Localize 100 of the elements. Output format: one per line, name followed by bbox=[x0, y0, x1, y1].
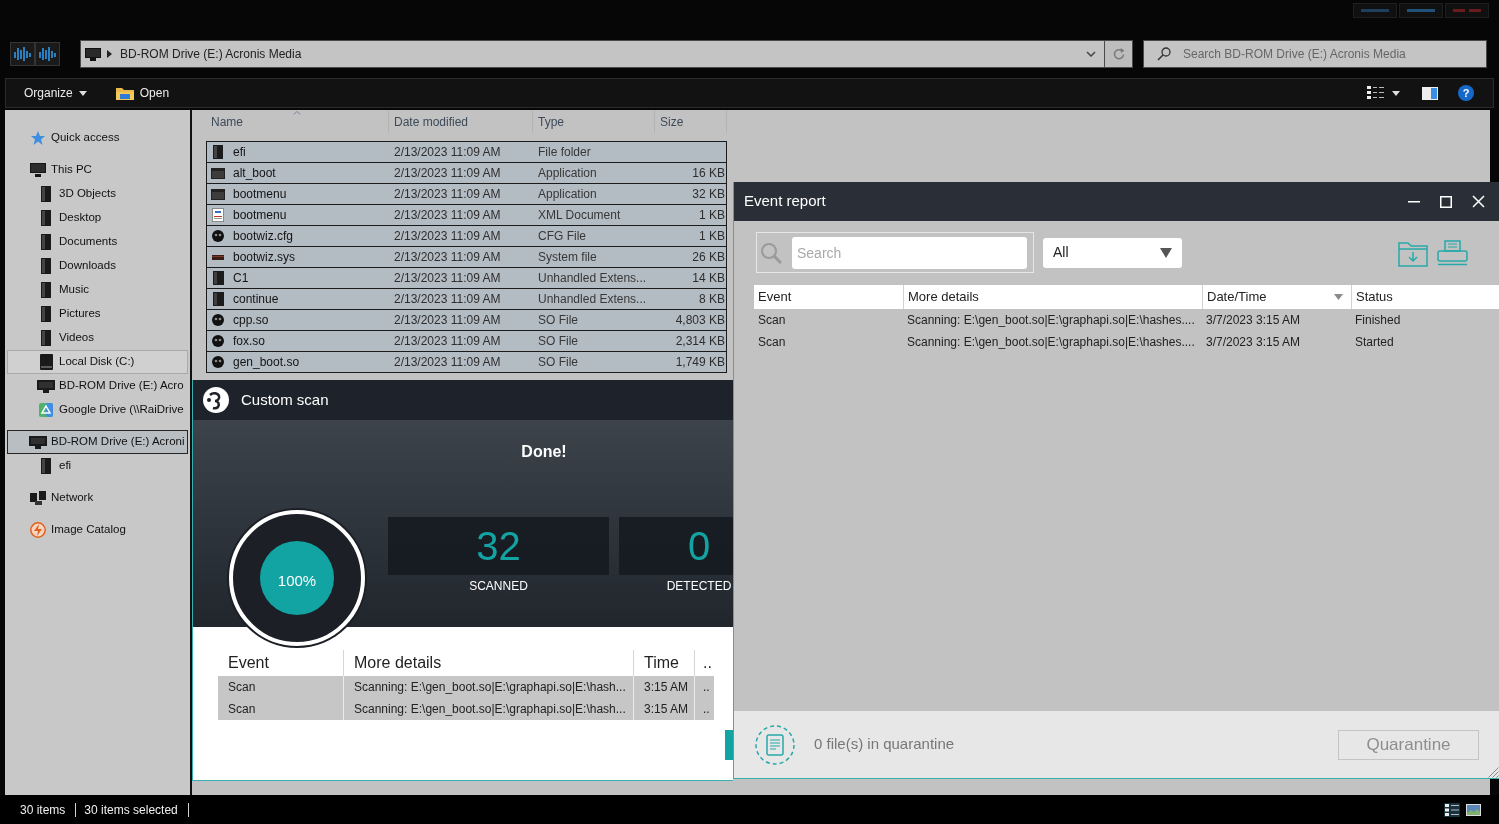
search-box[interactable]: Search BD-ROM Drive (E:) Acronis Media bbox=[1143, 40, 1487, 68]
sidebar-item[interactable]: Documents bbox=[7, 230, 188, 254]
resize-grip-icon[interactable] bbox=[1488, 767, 1499, 778]
window-title: Custom scan bbox=[241, 389, 329, 410]
file-size: 8 KB bbox=[699, 292, 725, 306]
stat-label: SCANNED bbox=[469, 579, 528, 593]
progress-reading: 100% bbox=[277, 571, 317, 591]
monitor-icon bbox=[85, 47, 101, 61]
back-button[interactable] bbox=[10, 42, 35, 66]
triangle-tile-icon bbox=[39, 403, 53, 417]
sidebar-item[interactable]: efi bbox=[7, 454, 188, 478]
file-size: 26 KB bbox=[692, 250, 725, 264]
folder-icon bbox=[40, 210, 52, 226]
file-size: 16 KB bbox=[692, 166, 725, 180]
event-row[interactable]: Scan Scanning: E:\gen_boot.so|E:\graphapi.so|E:\hash... 3:15 AM .. bbox=[218, 698, 714, 720]
caret-icon[interactable] bbox=[1392, 90, 1400, 96]
file-row[interactable]: bootwiz.cfg 2/13/2023 11:09 AM CFG File 1 KB bbox=[206, 225, 727, 247]
monitor-icon bbox=[37, 379, 55, 393]
status-text: 30 items bbox=[20, 802, 77, 817]
column-header[interactable]: Size bbox=[655, 110, 727, 133]
help-button[interactable]: ? bbox=[1458, 85, 1474, 101]
sidebar-item[interactable]: Local Disk (C:) bbox=[7, 350, 188, 374]
file-row[interactable]: bootmenu 2/13/2023 11:09 AM Application 32 KB bbox=[206, 183, 727, 205]
file-size: 1,749 KB bbox=[675, 355, 725, 369]
file-row[interactable]: cpp.so 2/13/2023 11:09 AM SO File 4,803 KB bbox=[206, 309, 727, 331]
circle-icon bbox=[212, 230, 224, 242]
file-name: gen_boot.so bbox=[233, 354, 300, 371]
file-type: XML Document bbox=[538, 208, 621, 222]
sidebar-item[interactable]: Downloads bbox=[7, 254, 188, 278]
file-row[interactable]: bootwiz.sys 2/13/2023 11:09 AM System file 26 KB bbox=[206, 246, 727, 268]
sidebar-item[interactable]: Image Catalog bbox=[7, 518, 188, 542]
filter-dropdown[interactable]: All bbox=[1043, 237, 1182, 268]
sidebar-item[interactable]: Desktop bbox=[7, 206, 188, 230]
open-button[interactable]: Open bbox=[110, 81, 175, 105]
sidebar-item[interactable]: Pictures bbox=[7, 302, 188, 326]
column-header[interactable]: Name bbox=[206, 110, 389, 133]
folder-icon bbox=[40, 186, 52, 202]
image-icon[interactable] bbox=[1466, 803, 1481, 816]
monitor-icon bbox=[29, 435, 47, 449]
file-row[interactable]: efi 2/13/2023 11:09 AM File folder bbox=[206, 141, 727, 163]
file-type: Application bbox=[538, 166, 597, 180]
sidebar-item[interactable]: Videos bbox=[7, 326, 188, 350]
sidebar-item[interactable]: This PC bbox=[7, 158, 188, 182]
column-header[interactable]: Status bbox=[1351, 285, 1499, 309]
column-header[interactable]: Date modified bbox=[389, 110, 533, 133]
date-modified: 2/13/2023 11:09 AM bbox=[394, 145, 501, 159]
search-field[interactable]: Search bbox=[792, 236, 1027, 269]
file-name: bootmenu bbox=[233, 207, 287, 224]
stat-value: 32 bbox=[476, 523, 521, 569]
drive-icon bbox=[39, 354, 53, 370]
organize-button[interactable]: Organize bbox=[19, 81, 92, 105]
column-header[interactable]: Event bbox=[754, 285, 903, 309]
network-icon bbox=[30, 491, 46, 505]
address-field[interactable]: BD-ROM Drive (E:) Acronis Media bbox=[120, 45, 1080, 63]
file-row[interactable]: alt_boot 2/13/2023 11:09 AM Application 16 KB bbox=[206, 162, 727, 184]
time-cell-text: 3:15 AM bbox=[644, 701, 689, 718]
address-bar[interactable]: BD-ROM Drive (E:) Acronis Media bbox=[80, 40, 1105, 68]
sidebar-item[interactable]: 3D Objects bbox=[7, 182, 188, 206]
refresh-button[interactable] bbox=[1105, 40, 1133, 68]
file-row[interactable]: continue 2/13/2023 11:09 AM Unhandled Extens... 8 KB bbox=[206, 288, 727, 310]
file-row[interactable]: C1 2/13/2023 11:09 AM Unhandled Extens... 14 KB bbox=[206, 267, 727, 289]
file-size: 2,314 KB bbox=[675, 334, 725, 348]
event-row[interactable]: Scan Scanning: E:\gen_boot.so|E:\graphapi.so|E:\hash... 3:15 AM .. bbox=[218, 676, 714, 698]
file-row[interactable]: gen_boot.so 2/13/2023 11:09 AM SO File 1,749 KB bbox=[206, 351, 727, 373]
folder-icon bbox=[212, 145, 224, 159]
event-cell-text: Scan bbox=[758, 334, 786, 351]
sidebar-item[interactable]: BD-ROM Drive (E:) Acroni bbox=[7, 430, 188, 454]
pane-icon[interactable] bbox=[1422, 86, 1438, 100]
file-name: bootmenu bbox=[233, 186, 287, 203]
dash-icon bbox=[1361, 9, 1389, 12]
details-cell-text: Scanning: E:\gen_boot.so|E:\graphapi.so|E:\hash... bbox=[354, 679, 626, 696]
file-name: continue bbox=[233, 291, 279, 308]
column-header[interactable]: More details bbox=[903, 285, 1202, 309]
date-modified: 2/13/2023 11:09 AM bbox=[394, 208, 501, 222]
chevron-right-icon bbox=[107, 50, 112, 58]
file-type: Unhandled Extens... bbox=[538, 292, 647, 306]
column-header[interactable]: Event bbox=[218, 650, 343, 676]
column-header[interactable]: Date/Time bbox=[1202, 285, 1351, 309]
column-header[interactable]: Type bbox=[533, 110, 655, 133]
forward-button[interactable] bbox=[35, 42, 60, 66]
file-type: System file bbox=[538, 250, 597, 264]
file-icon bbox=[212, 271, 224, 285]
file-name: fox.so bbox=[233, 333, 265, 350]
sidebar-item[interactable]: BD-ROM Drive (E:) Acro bbox=[7, 374, 188, 398]
search-field[interactable]: Search BD-ROM Drive (E:) Acronis Media bbox=[1183, 45, 1486, 63]
file-row[interactable]: bootmenu 2/13/2023 11:09 AM XML Document 1 KB bbox=[206, 204, 727, 226]
sidebar-item[interactable]: Google Drive (\\RaiDrive bbox=[7, 398, 188, 422]
logo-icon bbox=[203, 387, 229, 413]
dash-icon bbox=[1453, 9, 1481, 12]
quarantine-count: 0 file(s) in quarantine bbox=[814, 734, 955, 755]
file-row[interactable]: fox.so 2/13/2023 11:09 AM SO File 2,314 KB bbox=[206, 330, 727, 352]
date-modified: 2/13/2023 11:09 AM bbox=[394, 229, 501, 243]
view-list-icon[interactable] bbox=[1367, 86, 1384, 100]
chevron-down-icon[interactable] bbox=[1086, 51, 1096, 57]
file-type: SO File bbox=[538, 313, 578, 327]
sidebar-item[interactable]: Network bbox=[7, 486, 188, 510]
file-size: 14 KB bbox=[692, 271, 725, 285]
details-view-icon[interactable] bbox=[1444, 802, 1460, 817]
sidebar-item[interactable]: Music bbox=[7, 278, 188, 302]
sidebar-item[interactable]: Quick access bbox=[7, 126, 188, 150]
